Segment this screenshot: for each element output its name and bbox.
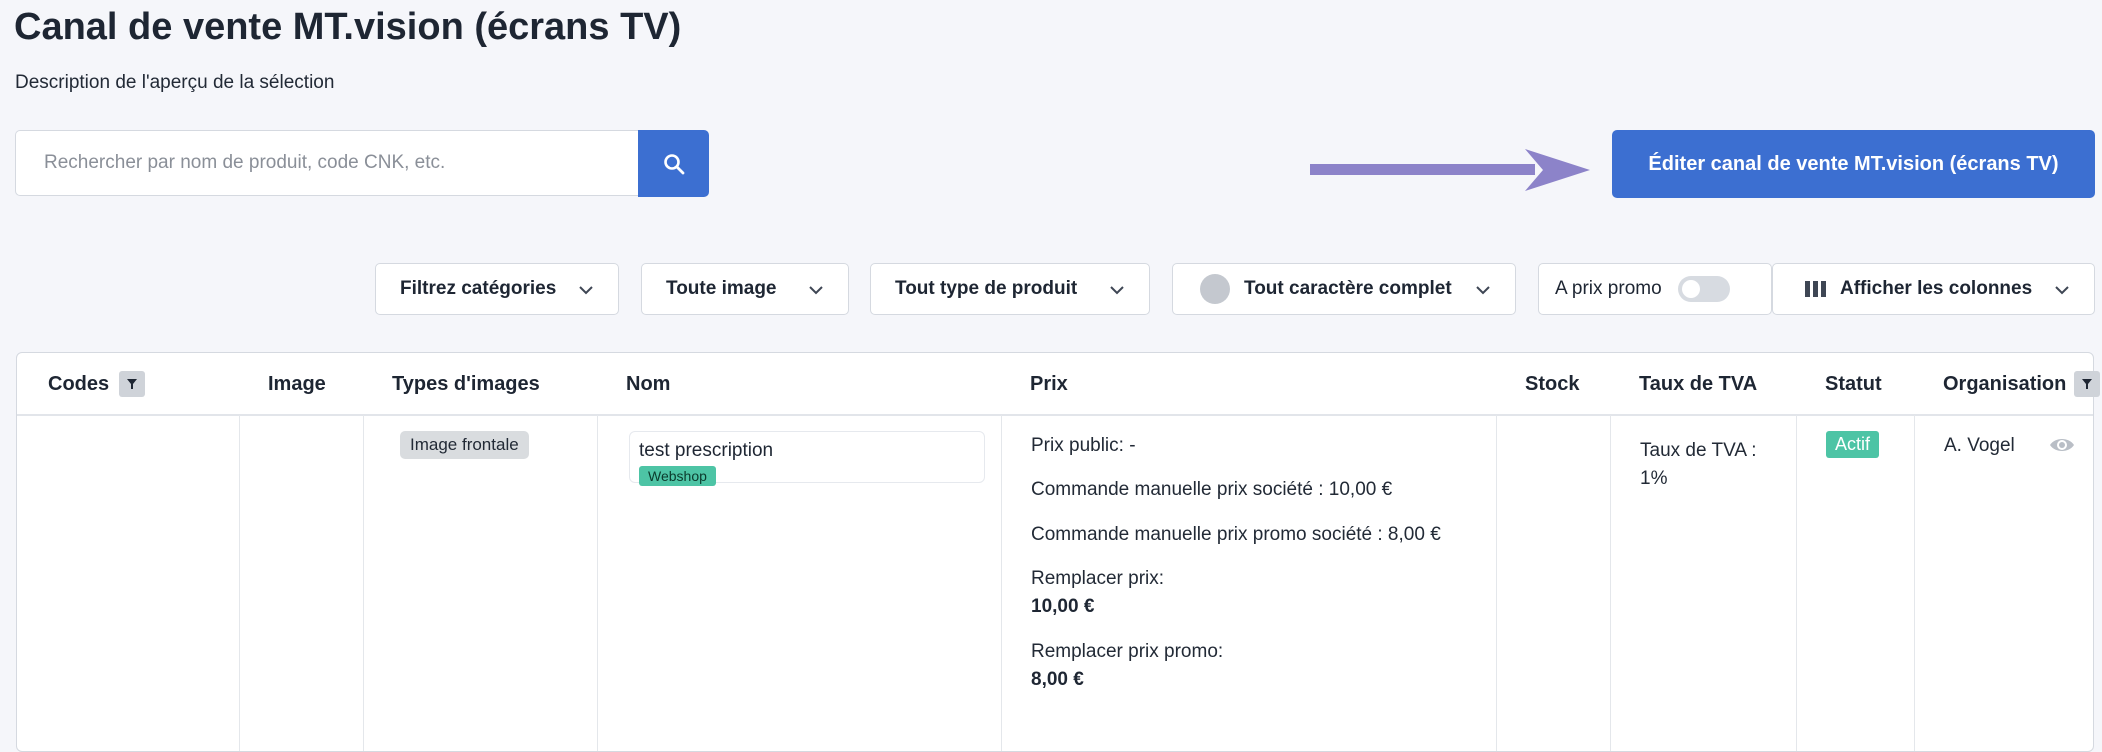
column-divider [1796,415,1797,751]
arrow-right-icon [1310,149,1590,191]
promo-price-toggle[interactable] [1677,276,1730,302]
filter-completeness-dropdown[interactable]: Tout caractère complet [1172,263,1516,315]
column-divider [1001,415,1002,751]
chevron-down-icon [579,286,593,295]
column-header-name[interactable]: Nom [626,353,670,415]
filter-image-dropdown[interactable]: Toute image [641,263,849,315]
column-divider [1496,415,1497,751]
eye-icon[interactable] [2048,433,2076,457]
chevron-down-icon [809,286,823,295]
search-button[interactable] [638,130,709,197]
column-divider [1610,415,1611,751]
page-subtitle: Description de l'aperçu de la sélection [15,72,335,93]
column-header-price[interactable]: Prix [1030,353,1068,415]
column-header-image-types[interactable]: Types d'images [392,353,540,415]
search-icon [663,153,684,174]
filter-product-type-dropdown[interactable]: Tout type de produit [870,263,1150,315]
organisation-name: A. Vogel [1944,435,2015,456]
show-columns-dropdown[interactable]: Afficher les colonnes [1772,263,2095,315]
filter-categories-label: Filtrez catégories [400,278,557,299]
chevron-down-icon [2055,286,2069,295]
column-header-codes[interactable]: Codes [48,353,146,415]
show-columns-label: Afficher les colonnes [1840,278,2033,299]
header-divider [17,414,2093,416]
promo-price-toggle-group: A prix promo [1538,263,1772,315]
price-manual-order: Commande manuelle prix société : 10,00 € [1031,479,1393,500]
completeness-status-dot [1200,274,1230,304]
search-input[interactable] [15,130,638,196]
vat-rate-value: 1% [1640,468,1668,489]
edit-sales-channel-button[interactable]: Éditer canal de vente MT.vision (écrans … [1612,130,2095,198]
product-name-card[interactable]: test prescription Webshop [629,431,985,486]
chevron-down-icon [1110,286,1124,295]
column-header-organisation-label: Organisation [1943,372,2067,395]
filter-image-label: Toute image [666,278,777,299]
filter-icon[interactable] [119,371,146,397]
column-divider [597,415,598,751]
vat-rate-label: Taux de TVA : [1640,440,1757,461]
column-divider [1914,415,1915,751]
status-badge: Actif [1826,431,1880,458]
page-title: Canal de vente MT.vision (écrans TV) [14,6,682,48]
filter-categories-dropdown[interactable]: Filtrez catégories [375,263,619,315]
channel-badge: Webshop [639,466,716,486]
filter-product-type-label: Tout type de produit [895,278,1078,299]
column-header-vat-rate[interactable]: Taux de TVA [1639,353,1757,415]
promo-price-label: A prix promo [1555,278,1662,299]
filter-completeness-label: Tout caractère complet [1244,278,1452,299]
column-header-organisation[interactable]: Organisation [1943,353,2101,415]
price-public: Prix public: - [1031,435,1136,456]
override-price-label: Remplacer prix: [1031,568,1165,589]
column-header-stock[interactable]: Stock [1525,353,1579,415]
price-manual-order-promo: Commande manuelle prix promo société : 8… [1031,524,1441,545]
override-promo-price-value: 8,00 € [1031,669,1084,690]
column-header-codes-label: Codes [48,372,110,395]
override-promo-price-label: Remplacer prix promo: [1031,641,1224,662]
column-header-status[interactable]: Statut [1825,353,1882,415]
columns-icon [1805,281,1826,297]
override-price-value: 10,00 € [1031,596,1095,617]
vat-rate: Taux de TVA : 1% [1640,437,1757,493]
column-divider [239,415,240,751]
chevron-down-icon [1476,286,1490,295]
product-name: test prescription [639,440,774,461]
column-divider [363,415,364,751]
image-type-badge: Image frontale [400,431,529,459]
filter-icon[interactable] [2074,371,2101,397]
column-header-image[interactable]: Image [268,353,326,415]
products-table: Codes Image Types d'images Nom Prix Stoc… [16,352,2101,752]
